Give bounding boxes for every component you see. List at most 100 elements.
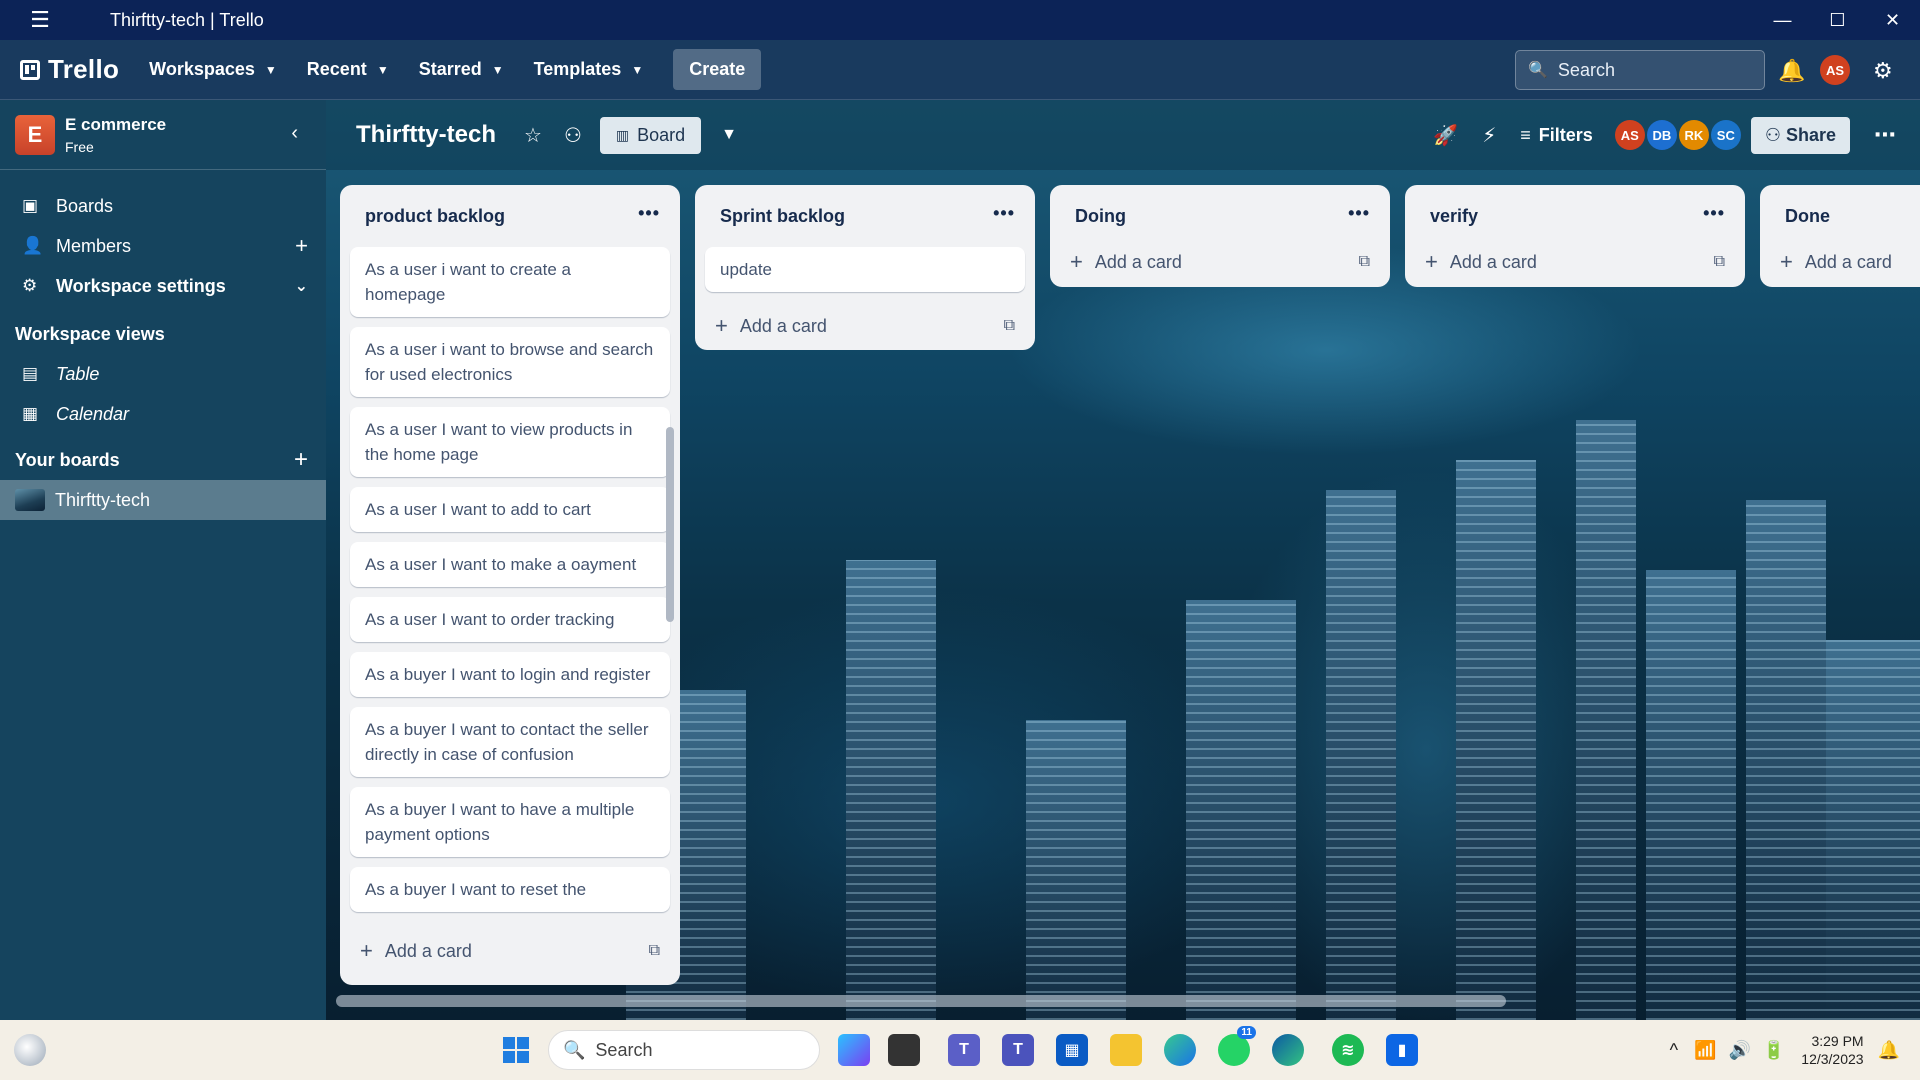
filter-icon[interactable]: ≡ bbox=[1520, 125, 1531, 146]
search-input[interactable]: 🔍 Search bbox=[1515, 50, 1765, 90]
file-explorer-icon[interactable] bbox=[1110, 1034, 1142, 1066]
sidebar-item-workspace-settings[interactable]: ⚙ Workspace settings ⌄ bbox=[0, 266, 326, 306]
teams-icon[interactable]: T bbox=[1002, 1034, 1034, 1066]
settings-gear-icon[interactable]: ⚙ bbox=[1873, 58, 1893, 84]
card[interactable]: As a buyer I want to reset the bbox=[350, 867, 670, 912]
taskbar-search-input[interactable]: 🔍 Search bbox=[548, 1030, 820, 1070]
card[interactable]: update bbox=[705, 247, 1025, 292]
close-icon[interactable]: ✕ bbox=[1865, 0, 1920, 40]
sidebar-item-label: Calendar bbox=[56, 403, 130, 424]
add-board-icon[interactable]: + bbox=[294, 446, 308, 474]
list-title[interactable]: product backlog bbox=[365, 206, 505, 227]
clock[interactable]: 3:29 PM 12/3/2023 bbox=[1801, 1032, 1863, 1068]
member-avatar[interactable]: SC bbox=[1710, 120, 1741, 150]
card-template-icon[interactable]: ⧉ bbox=[1714, 253, 1725, 271]
add-member-icon[interactable]: + bbox=[295, 233, 308, 259]
create-button[interactable]: Create bbox=[673, 49, 762, 90]
board-view-button[interactable]: ▥ Board bbox=[599, 116, 702, 154]
sidebar-item-boards[interactable]: ▣ Boards bbox=[0, 186, 326, 226]
city-building bbox=[1646, 570, 1736, 1020]
list-header[interactable]: product backlog ••• bbox=[340, 185, 680, 247]
share-button[interactable]: ⚇ Share bbox=[1750, 116, 1850, 154]
windows-start-icon[interactable] bbox=[500, 1034, 532, 1066]
card[interactable]: As a user I want to order tracking bbox=[350, 597, 670, 642]
battery-icon[interactable]: 🔋 bbox=[1763, 1040, 1785, 1061]
sidebar-item-members[interactable]: 👤 Members + bbox=[0, 226, 326, 266]
list-header[interactable]: Sprint backlog ••• bbox=[695, 185, 1035, 247]
card[interactable]: As a buyer I want to have a multiple pay… bbox=[350, 787, 670, 857]
card[interactable]: As a buyer I want to contact the seller … bbox=[350, 707, 670, 777]
list-title[interactable]: Done bbox=[1785, 206, 1830, 227]
card[interactable]: As a user I want to view products in the… bbox=[350, 407, 670, 477]
chevron-down-icon[interactable]: ⌄ bbox=[295, 276, 308, 296]
add-card-button[interactable]: + Add a card ⧉ bbox=[1405, 237, 1745, 287]
workspace-name[interactable]: E commerce bbox=[65, 115, 166, 135]
nav-workspaces[interactable]: Workspaces ▼ bbox=[149, 59, 277, 80]
list-menu-icon[interactable]: ••• bbox=[1703, 203, 1725, 224]
city-building bbox=[1576, 420, 1636, 1020]
maximize-icon[interactable]: ☐ bbox=[1810, 0, 1865, 40]
add-card-button[interactable]: + Add a card ⧉ bbox=[1050, 237, 1390, 287]
sidebar-item-calendar[interactable]: ▦ Calendar bbox=[0, 394, 326, 434]
chevron-up-icon[interactable]: ^ bbox=[1670, 1040, 1678, 1061]
member-avatar[interactable]: DB bbox=[1646, 120, 1677, 150]
card[interactable]: As a user I want to make a oayment bbox=[350, 542, 670, 587]
edge-icon[interactable] bbox=[1164, 1034, 1196, 1066]
list-menu-icon[interactable]: ••• bbox=[993, 203, 1015, 224]
nav-recent[interactable]: Recent ▼ bbox=[307, 59, 389, 80]
automation-icon[interactable]: ⚡ bbox=[1482, 123, 1496, 148]
sidebar-item-table[interactable]: ▤ Table bbox=[0, 354, 326, 394]
list-menu-icon[interactable]: ••• bbox=[638, 203, 660, 224]
chevron-left-icon[interactable]: ‹ bbox=[291, 122, 298, 145]
star-icon[interactable]: ☆ bbox=[524, 123, 542, 148]
notification-bell-icon[interactable]: 🔔 bbox=[1878, 1040, 1900, 1061]
filters-button[interactable]: Filters bbox=[1539, 125, 1593, 146]
trello-logo[interactable]: Trello bbox=[20, 54, 119, 85]
wifi-icon[interactable]: 📶 bbox=[1694, 1040, 1716, 1061]
add-card-button[interactable]: + Add a card ⧉ bbox=[340, 927, 680, 975]
more-options-icon[interactable]: ⋯ bbox=[1874, 122, 1896, 148]
trello-app-icon[interactable]: ▮ bbox=[1386, 1034, 1418, 1066]
visibility-icon[interactable]: ⚇ bbox=[564, 123, 582, 148]
your-boards-heading: Your boards + bbox=[0, 440, 326, 480]
task-view-icon[interactable] bbox=[888, 1034, 920, 1066]
user-avatar[interactable]: AS bbox=[1820, 55, 1850, 85]
member-avatar[interactable]: RK bbox=[1678, 120, 1709, 150]
nav-starred[interactable]: Starred ▼ bbox=[419, 59, 504, 80]
power-ups-icon[interactable]: 🚀 bbox=[1433, 123, 1458, 148]
edge-dev-icon[interactable] bbox=[1272, 1034, 1304, 1066]
list-title[interactable]: Sprint backlog bbox=[720, 206, 845, 227]
card[interactable]: As a user i want to browse and search fo… bbox=[350, 327, 670, 397]
chevron-down-icon[interactable]: ▼ bbox=[721, 126, 737, 144]
card[interactable]: As a user i want to create a homepage bbox=[350, 247, 670, 317]
card-template-icon[interactable]: ⧉ bbox=[1359, 253, 1370, 271]
card[interactable]: As a user I want to add to cart bbox=[350, 487, 670, 532]
board-title[interactable]: Thirftty-tech bbox=[356, 121, 496, 149]
share-icon: ⚇ bbox=[1764, 124, 1786, 145]
member-avatar[interactable]: AS bbox=[1614, 120, 1645, 150]
spotify-icon[interactable]: ≋ bbox=[1332, 1034, 1364, 1066]
teams-chat-icon[interactable]: T bbox=[948, 1034, 980, 1066]
list-scrollbar[interactable] bbox=[666, 427, 674, 622]
sidebar-item-label: Workspace settings bbox=[56, 275, 226, 296]
microsoft-store-icon[interactable]: ▦ bbox=[1056, 1034, 1088, 1066]
workspace-avatar[interactable]: E bbox=[15, 114, 55, 155]
volume-icon[interactable]: 🔊 bbox=[1728, 1040, 1750, 1061]
list-title[interactable]: verify bbox=[1430, 206, 1478, 227]
hamburger-icon[interactable]: ☰ bbox=[0, 7, 80, 33]
minimize-icon[interactable]: — bbox=[1755, 0, 1810, 40]
board-horizontal-scrollbar[interactable] bbox=[336, 995, 1506, 1007]
sidebar-board-thirftty-tech[interactable]: Thirftty-tech bbox=[0, 480, 326, 520]
card[interactable]: As a buyer I want to login and register bbox=[350, 652, 670, 697]
list-menu-icon[interactable]: ••• bbox=[1348, 203, 1370, 224]
notifications-icon[interactable]: 🔔 bbox=[1778, 58, 1805, 84]
add-card-button[interactable]: + Add a card bbox=[1760, 237, 1920, 287]
nav-templates[interactable]: Templates ▼ bbox=[534, 59, 644, 80]
card-template-icon[interactable]: ⧉ bbox=[649, 942, 660, 960]
weather-icon[interactable] bbox=[14, 1034, 46, 1066]
whatsapp-icon[interactable]: 11 bbox=[1218, 1026, 1256, 1066]
copilot-icon[interactable] bbox=[838, 1034, 870, 1066]
list-title[interactable]: Doing bbox=[1075, 206, 1126, 227]
add-card-button[interactable]: + Add a card ⧉ bbox=[695, 302, 1035, 350]
card-template-icon[interactable]: ⧉ bbox=[1004, 317, 1015, 335]
